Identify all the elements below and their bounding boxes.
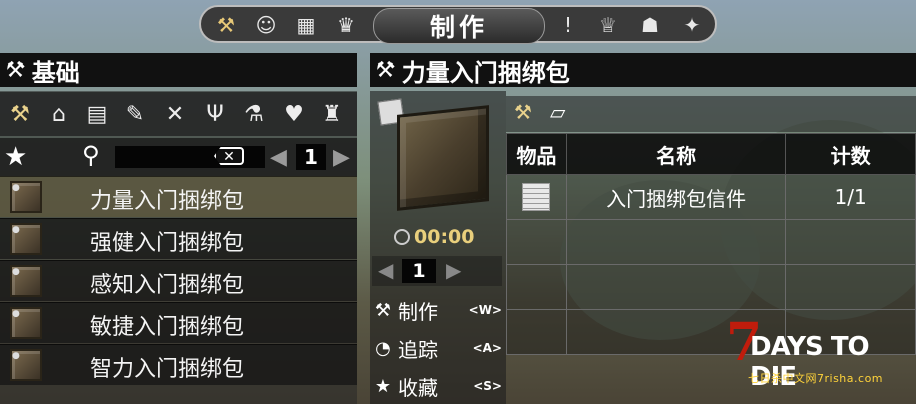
- bundle-icon: ●: [10, 349, 42, 381]
- item-cell: [506, 174, 567, 220]
- tab-crafting[interactable]: 制作: [373, 8, 545, 44]
- craft-timer: 00:00: [394, 226, 474, 248]
- favorites-star-icon[interactable]: ★: [4, 142, 27, 172]
- craft-time: 00:00: [414, 226, 475, 248]
- hammer-icon: ⚒: [374, 299, 392, 321]
- hammer-icon: ⚒: [6, 57, 26, 83]
- page-next-icon[interactable]: ▶: [333, 145, 350, 170]
- search-row: ★ ⚲ ✕ ◀ 1 ▶: [0, 138, 357, 176]
- weapon-icon[interactable]: ✎: [121, 100, 149, 128]
- building-icon[interactable]: ▤: [83, 100, 111, 128]
- header-count: 计数: [785, 133, 916, 175]
- chair-icon[interactable]: ♜: [318, 100, 346, 128]
- bundle-image: [397, 105, 489, 211]
- recipe-label: 力量入门捆绑包: [90, 189, 245, 214]
- map-icon[interactable]: ▦: [291, 10, 321, 40]
- character-icon[interactable]: ☺: [251, 10, 281, 40]
- table-row: [506, 264, 916, 310]
- clock-icon: [394, 229, 410, 245]
- microscope-icon[interactable]: ⚗: [240, 100, 268, 128]
- quest-icon[interactable]: !: [553, 10, 583, 40]
- compass-icon: ◔: [375, 337, 391, 359]
- game-logo: 7 DAYS TO DIE 七日杀中文网7risha.com: [726, 312, 910, 392]
- category-filter-row: ⚒ ⌂ ▤ ✎ ✕ Ψ ⚗ ♥ ♜: [0, 92, 357, 136]
- page-number: 1: [296, 144, 326, 170]
- bundle-icon: ●: [10, 181, 42, 213]
- workbench-icon: ⚒: [514, 100, 532, 124]
- requirements-row: ⚒ ▱: [506, 96, 916, 132]
- recipe-item[interactable]: ● 智力入门捆绑包: [0, 344, 357, 385]
- quantity-stepper: ◀ 1 ▶: [372, 256, 502, 286]
- action-label: 制作: [398, 299, 438, 324]
- action-label: 收藏: [398, 375, 438, 400]
- search-icon: ⚲: [82, 141, 100, 169]
- category-header: ⚒ 基础: [0, 53, 357, 87]
- recipe-item[interactable]: ● 感知入门捆绑包: [0, 260, 357, 301]
- favorite-button[interactable]: ★ 收藏 <S>: [372, 368, 506, 404]
- detail-title: 力量入门捆绑包: [401, 58, 570, 87]
- star-icon: ★: [374, 375, 392, 397]
- bundle-icon: ●: [10, 307, 42, 339]
- hammer-icon: ⚒: [376, 57, 396, 83]
- detail-header: ⚒ 力量入门捆绑包: [370, 53, 916, 87]
- table-row: [506, 219, 916, 265]
- bundle-icon: ●: [10, 265, 42, 297]
- count-cell: 1/1: [785, 174, 916, 220]
- header-name: 名称: [565, 133, 787, 175]
- book-icon: ▱: [550, 100, 566, 124]
- craft-button[interactable]: ⚒ 制作 <W>: [372, 292, 506, 328]
- players-icon[interactable]: ☗: [635, 10, 665, 40]
- recipe-item[interactable]: ● 敏捷入门捆绑包: [0, 302, 357, 343]
- recipe-label: 感知入门捆绑包: [90, 273, 245, 298]
- tools-icon[interactable]: ✕: [161, 100, 189, 128]
- quantity-decrease-icon[interactable]: ◀: [378, 258, 393, 282]
- house-icon[interactable]: ⌂: [45, 100, 73, 128]
- fork-icon[interactable]: Ψ: [201, 100, 229, 128]
- bundle-icon: ●: [10, 223, 42, 255]
- recipe-label: 强健入门捆绑包: [90, 231, 245, 256]
- recipe-item[interactable]: ● 力量入门捆绑包: [0, 176, 357, 217]
- logo-subtitle: 七日杀中文网7risha.com: [748, 372, 884, 385]
- quantity-value[interactable]: 1: [402, 259, 436, 283]
- table-header-row: 物品 名称 计数: [506, 133, 916, 175]
- action-label: 追踪: [398, 337, 438, 362]
- armor-icon[interactable]: ♥: [280, 100, 308, 128]
- lightbulb-icon[interactable]: ✦: [677, 10, 707, 40]
- trophy-icon[interactable]: ♕: [593, 10, 623, 40]
- top-tab-bar: ⚒ ☺ ▦ ♛ 制作 ! ♕ ☗ ✦: [199, 5, 717, 44]
- recipe-label: 敏捷入门捆绑包: [90, 315, 245, 340]
- table-row[interactable]: 入门捆绑包信件 1/1: [506, 174, 916, 220]
- quantity-increase-icon[interactable]: ▶: [446, 258, 461, 282]
- recipe-item[interactable]: ● 强健入门捆绑包: [0, 218, 357, 259]
- hammer-icon[interactable]: ⚒: [211, 10, 241, 40]
- hammer-icon[interactable]: ⚒: [6, 100, 34, 128]
- action-key: <S>: [473, 379, 502, 393]
- name-cell: 入门捆绑包信件: [565, 174, 787, 220]
- item-preview: [375, 96, 503, 220]
- action-key: <A>: [472, 341, 502, 355]
- header-item: 物品: [506, 133, 567, 175]
- skills-icon[interactable]: ♛: [331, 10, 361, 40]
- recipe-label: 智力入门捆绑包: [90, 357, 245, 382]
- action-key: <W>: [468, 303, 502, 317]
- page-prev-icon[interactable]: ◀: [270, 145, 287, 170]
- letter-icon: [522, 183, 551, 211]
- track-button[interactable]: ◔ 追踪 <A>: [372, 330, 506, 366]
- category-title: 基础: [31, 58, 80, 87]
